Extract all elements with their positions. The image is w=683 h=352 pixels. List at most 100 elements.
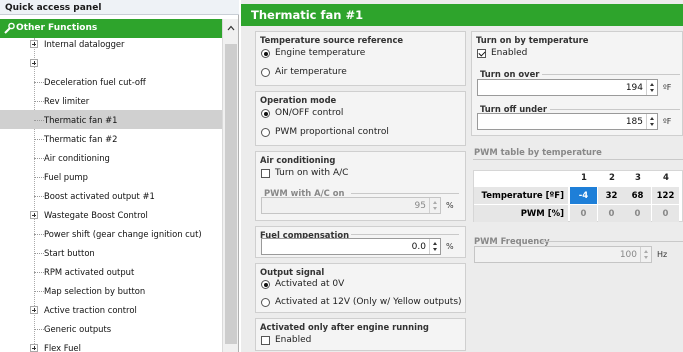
panel-title: Thermatic fan #1 [241, 4, 683, 26]
tree-item-label: Start button [44, 248, 95, 258]
tree-header-other-functions[interactable]: Other Functions [0, 19, 222, 38]
turn-on-over-input[interactable]: 194 [477, 79, 658, 96]
pwm-control-radio[interactable] [261, 128, 270, 137]
pwm-table-title: PWM table by temperature [474, 147, 602, 157]
after-engine-label[interactable]: Enabled [275, 335, 311, 345]
scroll-thumb[interactable] [225, 44, 237, 344]
turn-off-under-unit: ºF [663, 117, 672, 126]
activated-0v-radio[interactable] [261, 280, 270, 289]
pwm-frequency-unit: Hz [657, 250, 668, 259]
tree-item[interactable]: Thermatic fan #2 [0, 129, 222, 148]
turn-on-enabled-label[interactable]: Enabled [491, 48, 527, 58]
activated-12v-label[interactable]: Activated at 12V (Only w/ Yellow outputs… [275, 297, 462, 307]
tree-item-label: Internal datalogger [44, 39, 125, 49]
tree-item[interactable]: RPM activated output [0, 262, 222, 281]
tree-connector [34, 253, 44, 254]
pwm-frequency-divider [541, 241, 683, 242]
tree-scrollbar[interactable] [222, 19, 238, 352]
onoff-control-radio[interactable] [261, 109, 270, 118]
turn-on-with-ac-checkbox[interactable] [261, 169, 270, 178]
pwm-table-divider [473, 159, 683, 160]
pwm-frequency-input[interactable]: 100 [474, 246, 652, 263]
scroll-up-icon[interactable] [227, 25, 235, 31]
pwm-table-cell[interactable]: -4 [570, 187, 597, 204]
tree-connector [34, 291, 44, 292]
tree-item[interactable]: Fuel pump [0, 167, 222, 186]
turn-on-with-ac-label[interactable]: Turn on with A/C [275, 168, 348, 178]
pwm-table-col-header: 1 [570, 173, 598, 187]
pwm-table-cell[interactable]: 0 [598, 205, 625, 222]
tree-item[interactable]: Boost activated output #1 [0, 186, 222, 205]
tree-item[interactable]: Active traction control [0, 300, 222, 319]
tree-item[interactable]: Map selection by button [0, 281, 222, 300]
air-temp-label[interactable]: Air temperature [275, 67, 347, 77]
turn-off-under-spinner[interactable] [646, 114, 657, 129]
tree-item[interactable]: Air conditioning [0, 148, 222, 167]
tree-item[interactable]: Power shift (gear change ignition cut) [0, 224, 222, 243]
after-engine-checkbox[interactable] [261, 336, 270, 345]
tree-connector [34, 177, 44, 178]
tree-item[interactable]: Wastegate Boost Control [0, 205, 222, 224]
pwm-table-cell[interactable]: 122 [652, 187, 679, 204]
fuel-compensation-input[interactable]: 0.0 [261, 238, 441, 255]
tree-connector [34, 101, 44, 102]
wrench-icon [4, 22, 15, 34]
tree-connector [34, 329, 44, 330]
temp-source-title: Temperature source reference [260, 35, 404, 45]
pwm-table-cell[interactable]: 68 [624, 187, 651, 204]
air-conditioning-title: Air conditioning [260, 155, 336, 165]
tree-item[interactable]: Internal datalogger [0, 38, 222, 53]
tree-item[interactable]: Rev limiter [0, 91, 222, 110]
tree-item-label: Generic outputs [44, 324, 112, 334]
turn-on-over-spinner[interactable] [646, 80, 657, 95]
tree-item-label: Map selection by button [44, 286, 146, 296]
quick-access-title: Quick access panel [0, 0, 239, 15]
pwm-table-cell[interactable]: 32 [598, 187, 625, 204]
expand-plus-icon[interactable] [30, 211, 38, 219]
pwm-frequency-spinner[interactable] [640, 247, 651, 262]
turn-on-enabled-checkbox[interactable] [477, 49, 486, 58]
thermatic-fan-panel: Thermatic fan #1 Temperature source refe… [241, 0, 683, 352]
turn-on-temp-group: Turn on by temperature Enabled Turn on o… [471, 31, 683, 136]
pwm-ac-spinner[interactable] [429, 198, 440, 213]
tree-item[interactable] [0, 53, 222, 72]
temp-source-group: Temperature source reference Engine temp… [255, 31, 466, 86]
pwm-table-col-header: 3 [624, 173, 652, 187]
tree-connector [34, 272, 44, 273]
air-temp-radio[interactable] [261, 68, 270, 77]
activated-12v-radio[interactable] [261, 298, 270, 307]
pwm-table-cell[interactable]: 0 [570, 205, 597, 222]
tree-item[interactable]: Start button [0, 243, 222, 262]
after-engine-title: Activated only after engine running [260, 322, 429, 332]
pwm-control-label[interactable]: PWM proportional control [275, 127, 389, 137]
fuel-comp-divider [351, 234, 459, 235]
turn-off-under-input[interactable]: 185 [477, 113, 658, 130]
tree-item-label: Thermatic fan #2 [44, 134, 118, 144]
tree-item-label: Power shift (gear change ignition cut) [44, 229, 202, 239]
tree-item[interactable]: Deceleration fuel cut-off [0, 72, 222, 91]
pwm-table-col-header: 4 [652, 173, 680, 187]
tree-connector [34, 158, 44, 159]
pwm-table-cell[interactable]: 0 [624, 205, 651, 222]
quick-access-panel: Quick access panel Other Functions Inter… [0, 0, 239, 352]
engine-temp-label[interactable]: Engine temperature [275, 48, 365, 58]
pwm-table-cell[interactable]: 0 [652, 205, 679, 222]
tree-item[interactable]: Generic outputs [0, 319, 222, 338]
onoff-control-label[interactable]: ON/OFF control [275, 108, 343, 118]
engine-temp-radio[interactable] [261, 49, 270, 58]
pwm-ac-input[interactable]: 95 [261, 197, 441, 214]
fuel-compensation-spinner[interactable] [429, 239, 440, 254]
pwm-ac-divider [351, 193, 459, 194]
tree-item-label: Wastegate Boost Control [44, 210, 148, 220]
turn-on-temp-title: Turn on by temperature [476, 35, 589, 45]
pwm-table-row-header: Temperature [ºF] [474, 187, 568, 204]
tree-item[interactable]: Flex Fuel [0, 338, 222, 352]
activated-0v-label[interactable]: Activated at 0V [275, 279, 344, 289]
expand-plus-icon[interactable] [30, 344, 38, 352]
pwm-ac-unit: % [446, 201, 454, 210]
tree-item[interactable]: Thermatic fan #1 [0, 110, 222, 129]
expand-plus-icon[interactable] [30, 40, 38, 48]
expand-plus-icon[interactable] [30, 59, 38, 67]
expand-plus-icon[interactable] [30, 306, 38, 314]
tree-item-label: Fuel pump [44, 172, 88, 182]
